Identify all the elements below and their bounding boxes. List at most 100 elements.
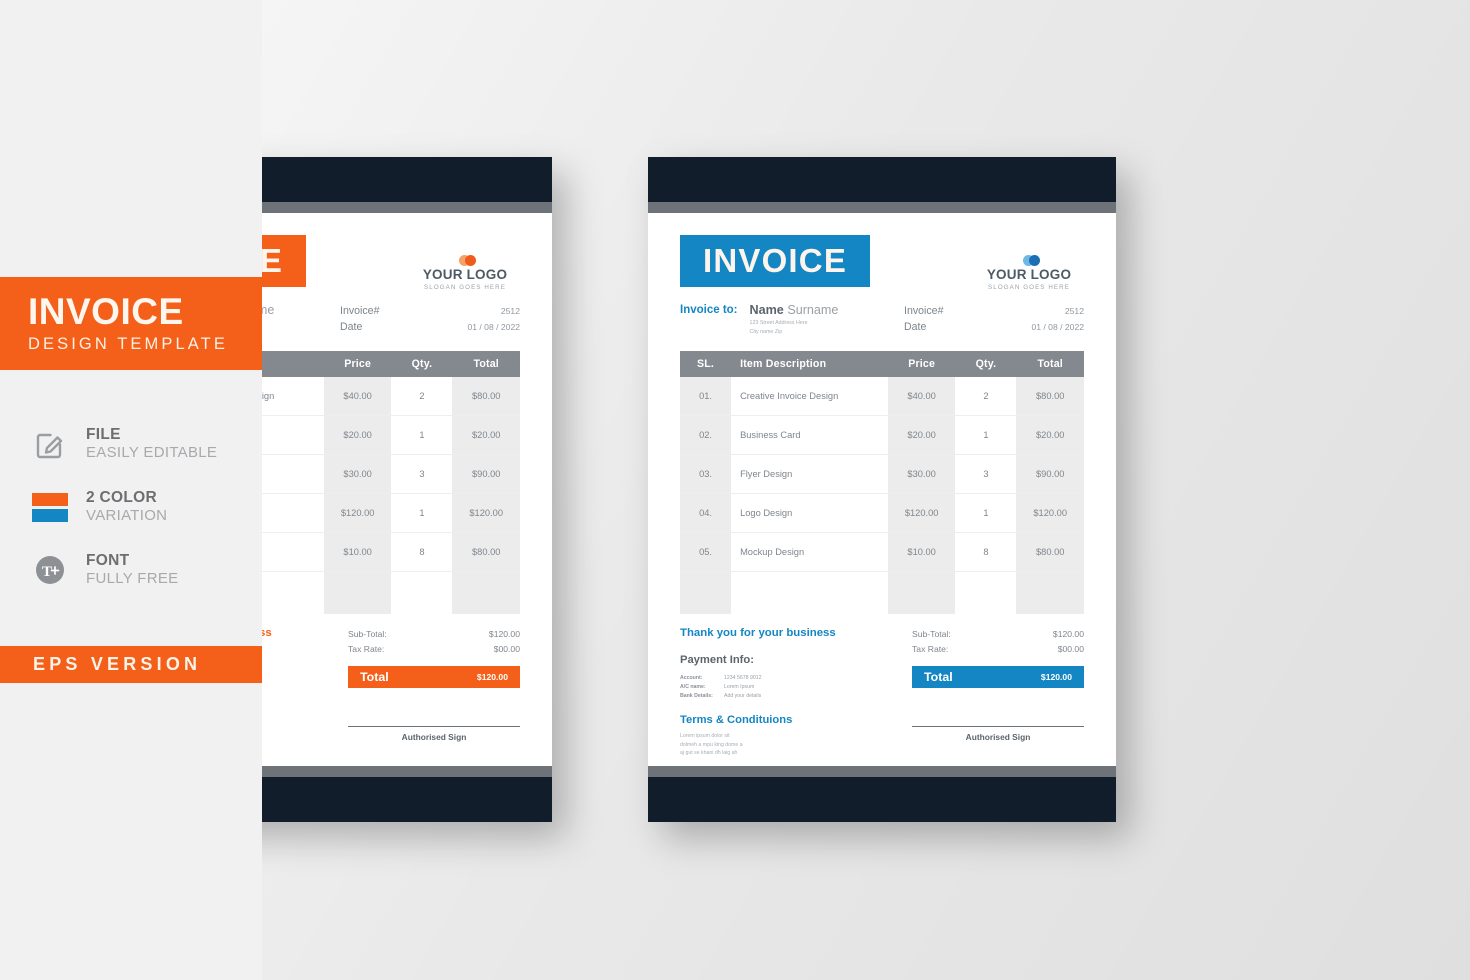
page-top-gray-bar — [648, 202, 1116, 213]
column-header-description: Item Description — [731, 351, 888, 377]
cell-total: $80.00 — [452, 532, 520, 572]
cell-sl: 01. — [680, 377, 732, 416]
cell-price: $40.00 — [323, 377, 392, 416]
column-header-price: Price — [323, 351, 392, 377]
signature-label: Authorised Sign — [401, 732, 467, 743]
invoice-masthead: INVOICE YOUR LOGO SLOGAN GOES HERE — [680, 235, 1084, 293]
tax-label: Tax Rate: — [348, 644, 385, 655]
feature-sub: FULLY FREE — [86, 570, 179, 588]
page-bottom-dark-bar — [648, 777, 1116, 822]
footer-right: Sub-Total: $120.00 Tax Rate: $00.00 Tota… — [348, 627, 520, 758]
cell-qty: 3 — [955, 454, 1017, 494]
terms-title: Terms & Condituions — [680, 714, 793, 727]
company-logo: YOUR LOGO SLOGAN GOES HERE — [974, 235, 1084, 291]
cell-description: Mockup Design — [731, 532, 888, 572]
footer-left: Thank you for your business Payment Info… — [680, 627, 895, 758]
table-row-empty — [680, 571, 1084, 614]
page-top-dark-bar — [648, 157, 1116, 202]
cell-description: Creative Invoice Design — [731, 377, 888, 416]
cell-total: $20.00 — [1016, 415, 1084, 455]
page-bottom-gray-bar — [648, 766, 1116, 777]
invoice-title-badge: INVOICE — [680, 235, 870, 287]
items-table-body: 01. Creative Invoice Design $40.00 2 $80… — [680, 377, 1084, 614]
logo-dot-dark — [1029, 255, 1040, 266]
feature-sub: EASILY EDITABLE — [86, 444, 218, 462]
cell-empty — [680, 571, 732, 614]
cell-qty: 3 — [391, 454, 453, 494]
signature-block: Authorised Sign — [348, 726, 520, 742]
payment-info-title: Payment Info: — [680, 654, 754, 666]
cell-total: $20.00 — [452, 415, 520, 455]
edit-file-icon — [30, 424, 70, 464]
table-row: 01. Creative Invoice Design $40.00 2 $80… — [680, 377, 1084, 416]
cell-empty — [955, 571, 1017, 614]
swatch-blue — [32, 508, 68, 522]
meta-value: 2512 — [500, 306, 520, 316]
color-swatch-icon — [30, 487, 70, 527]
invoice-title: INVOICE — [702, 242, 848, 279]
cell-sl: 03. — [680, 454, 732, 494]
signature-line — [912, 726, 1084, 728]
meta-key: Invoice# — [904, 305, 944, 317]
meta-row-invoice-number: Invoice# 2512 — [340, 303, 520, 319]
feature-title: 2 COLOR — [86, 489, 157, 507]
cell-price: $30.00 — [323, 454, 392, 494]
column-header-total: Total — [1016, 351, 1084, 377]
meta-value: 01 / 08 / 2022 — [1031, 322, 1084, 333]
subtotal-value: $120.00 — [488, 629, 520, 639]
signature-block: Authorised Sign — [912, 726, 1084, 742]
cell-empty — [731, 571, 888, 614]
logo-slogan: SLOGAN GOES HERE — [988, 283, 1070, 291]
cell-empty — [391, 571, 453, 614]
items-table-head: SL. Item Description Price Qty. Total — [680, 351, 1084, 377]
feature-title: FONT — [86, 552, 130, 570]
cell-empty — [887, 571, 956, 614]
cell-sl: 05. — [680, 532, 732, 572]
cell-qty: 1 — [391, 493, 453, 533]
bill-to-row: Invoice to: Name Surname 123 Street Addr… — [680, 303, 1084, 343]
feature-item-font: T FONT FULLY FREE — [30, 541, 250, 599]
cell-total: $80.00 — [1016, 532, 1084, 572]
sidebar-title-main: INVOICE — [28, 290, 184, 332]
meta-row-date: Date 01 / 08 / 2022 — [340, 319, 520, 335]
column-header-qty: Qty. — [391, 351, 453, 377]
cell-description: Logo Design — [731, 493, 888, 533]
column-header-total: Total — [452, 351, 520, 377]
cell-sl: 04. — [680, 493, 732, 533]
grand-total-value: $120.00 — [1040, 672, 1072, 683]
bill-to-address: 123 Street Address Here City name Zip — [750, 319, 839, 335]
font-icon: T — [30, 550, 70, 590]
payment-value: Lorem Ipsum — [724, 684, 755, 691]
bill-to-block: Invoice to: Name Surname 123 Street Addr… — [680, 303, 838, 343]
cell-description: Flyer Design — [731, 454, 888, 494]
bill-to-address-line2: City name Zip — [749, 328, 783, 335]
terms-body: Lorem ipsum dolor sit dolmeh a mpu king … — [680, 732, 895, 758]
grand-total-bar: Total $120.00 — [348, 666, 520, 689]
sidebar-title-band: INVOICE DESIGN TEMPLATE — [0, 277, 262, 370]
logo-dot-dark — [465, 255, 476, 266]
payment-key: Account: — [680, 675, 703, 681]
bill-to-first-name: Name — [749, 303, 784, 317]
grand-total-bar: Total $120.00 — [912, 666, 1084, 689]
feature-item-file: FILE EASILY EDITABLE — [30, 415, 250, 473]
cell-sl: 02. — [680, 415, 732, 455]
table-row: 04. Logo Design $120.00 1 $120.00 — [680, 493, 1084, 533]
meta-value: 01 / 08 / 2022 — [467, 322, 520, 333]
sidebar-title-sub: DESIGN TEMPLATE — [28, 335, 228, 354]
payment-value: 1234 5678 9012 — [724, 675, 762, 681]
eps-version-band: EPS VERSION — [0, 646, 262, 683]
items-table: SL. Item Description Price Qty. Total 01… — [680, 351, 1084, 614]
cell-total: $90.00 — [1016, 454, 1084, 494]
cell-price: $120.00 — [323, 493, 392, 533]
payment-value: Add your details — [724, 693, 762, 700]
payment-key: A/C name: — [680, 684, 706, 691]
subtotal-label: Sub-Total: — [348, 629, 387, 639]
logo-mark-icon — [974, 255, 1084, 266]
cell-price: $10.00 — [887, 532, 956, 572]
invoice-content: INVOICE YOUR LOGO SLOGAN GOES HERE Invoi… — [648, 213, 1116, 766]
meta-key: Invoice# — [340, 305, 380, 317]
thank-you-message: Thank you for your business — [680, 627, 836, 639]
logo-slogan: SLOGAN GOES HERE — [424, 283, 506, 291]
cell-total: $120.00 — [1016, 493, 1084, 533]
sidebar: INVOICE DESIGN TEMPLATE FILE EASILY EDIT… — [0, 0, 262, 980]
